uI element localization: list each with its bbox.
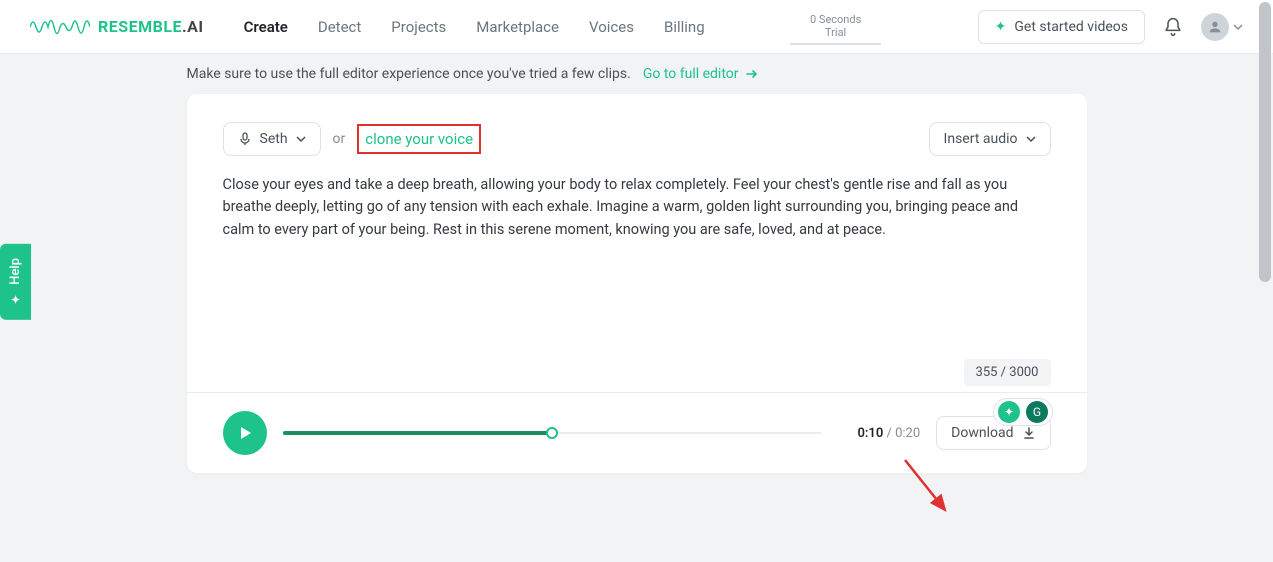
download-icon (1022, 426, 1036, 440)
nav-detect[interactable]: Detect (318, 18, 361, 36)
get-started-button[interactable]: ✦ Get started videos (978, 10, 1145, 44)
get-started-label: Get started videos (1014, 19, 1128, 35)
progress-thumb[interactable] (546, 427, 558, 439)
nav-create[interactable]: Create (244, 18, 288, 36)
trial-seconds: 0 Seconds (810, 13, 861, 26)
download-label: Download (951, 425, 1013, 441)
nav-voices[interactable]: Voices (589, 18, 634, 36)
grammarly-icon[interactable]: G (1026, 401, 1048, 423)
arrow-right-icon (745, 67, 759, 81)
voice-selector[interactable]: Seth (223, 122, 321, 156)
microphone-icon (238, 132, 252, 146)
avatar-icon (1201, 13, 1229, 41)
notifications-icon[interactable] (1163, 17, 1183, 37)
floating-widgets: ✦ G (993, 398, 1053, 426)
chevron-down-icon (1026, 134, 1036, 144)
progress-bar[interactable] (283, 430, 822, 436)
sparkle-icon: ✦ (8, 291, 23, 306)
brand-text: RESEMBLE.AI (98, 17, 204, 36)
char-count-value: 355 / 3000 (964, 359, 1051, 386)
nav-marketplace[interactable]: Marketplace (476, 18, 559, 36)
full-editor-label: Go to full editor (643, 66, 739, 82)
clone-voice-link[interactable]: clone your voice (357, 124, 481, 154)
bolt-icon: ✦ (995, 19, 1007, 35)
assist-widget-icon[interactable]: ✦ (998, 401, 1020, 423)
brand-logo[interactable]: RESEMBLE.AI (30, 12, 204, 42)
insert-audio-button[interactable]: Insert audio (929, 122, 1051, 156)
script-textarea[interactable]: Close your eyes and take a deep breath, … (223, 174, 1051, 241)
scrollbar[interactable] (1259, 2, 1271, 282)
main-nav: Create Detect Projects Marketplace Voice… (244, 18, 705, 36)
voice-name: Seth (260, 131, 288, 147)
audio-player: 0:10 / 0:20 Download (223, 411, 1051, 455)
editor-hint: Make sure to use the full editor experie… (187, 66, 1087, 82)
user-menu[interactable] (1201, 13, 1243, 41)
header-actions: ✦ Get started videos (978, 10, 1243, 44)
divider (187, 392, 1087, 393)
insert-audio-label: Insert audio (944, 131, 1018, 147)
editor-toolbar: Seth or clone your voice Insert audio (223, 122, 1051, 156)
play-button[interactable] (223, 411, 267, 455)
waveform-icon (30, 12, 90, 42)
app-header: RESEMBLE.AI Create Detect Projects Marke… (0, 0, 1273, 54)
total-time: 0:20 (895, 426, 920, 441)
play-icon (237, 425, 253, 441)
chevron-down-icon (296, 134, 306, 144)
nav-billing[interactable]: Billing (664, 18, 705, 36)
hint-text: Make sure to use the full editor experie… (187, 66, 631, 82)
time-display: 0:10 / 0:20 (857, 426, 920, 441)
chevron-down-icon (1233, 22, 1243, 32)
or-label: or (333, 131, 346, 147)
trial-label: Trial (810, 26, 861, 39)
editor-card: Seth or clone your voice Insert audio Cl… (187, 94, 1087, 473)
progress-fill (283, 431, 552, 435)
trial-badge[interactable]: 0 Seconds Trial (790, 9, 881, 45)
full-editor-link[interactable]: Go to full editor (643, 66, 759, 82)
current-time: 0:10 (857, 426, 883, 441)
help-label: Help (8, 258, 23, 285)
character-count: 355 / 3000 (223, 361, 1051, 380)
nav-projects[interactable]: Projects (391, 18, 446, 36)
help-tab[interactable]: ✦ Help (0, 244, 31, 320)
